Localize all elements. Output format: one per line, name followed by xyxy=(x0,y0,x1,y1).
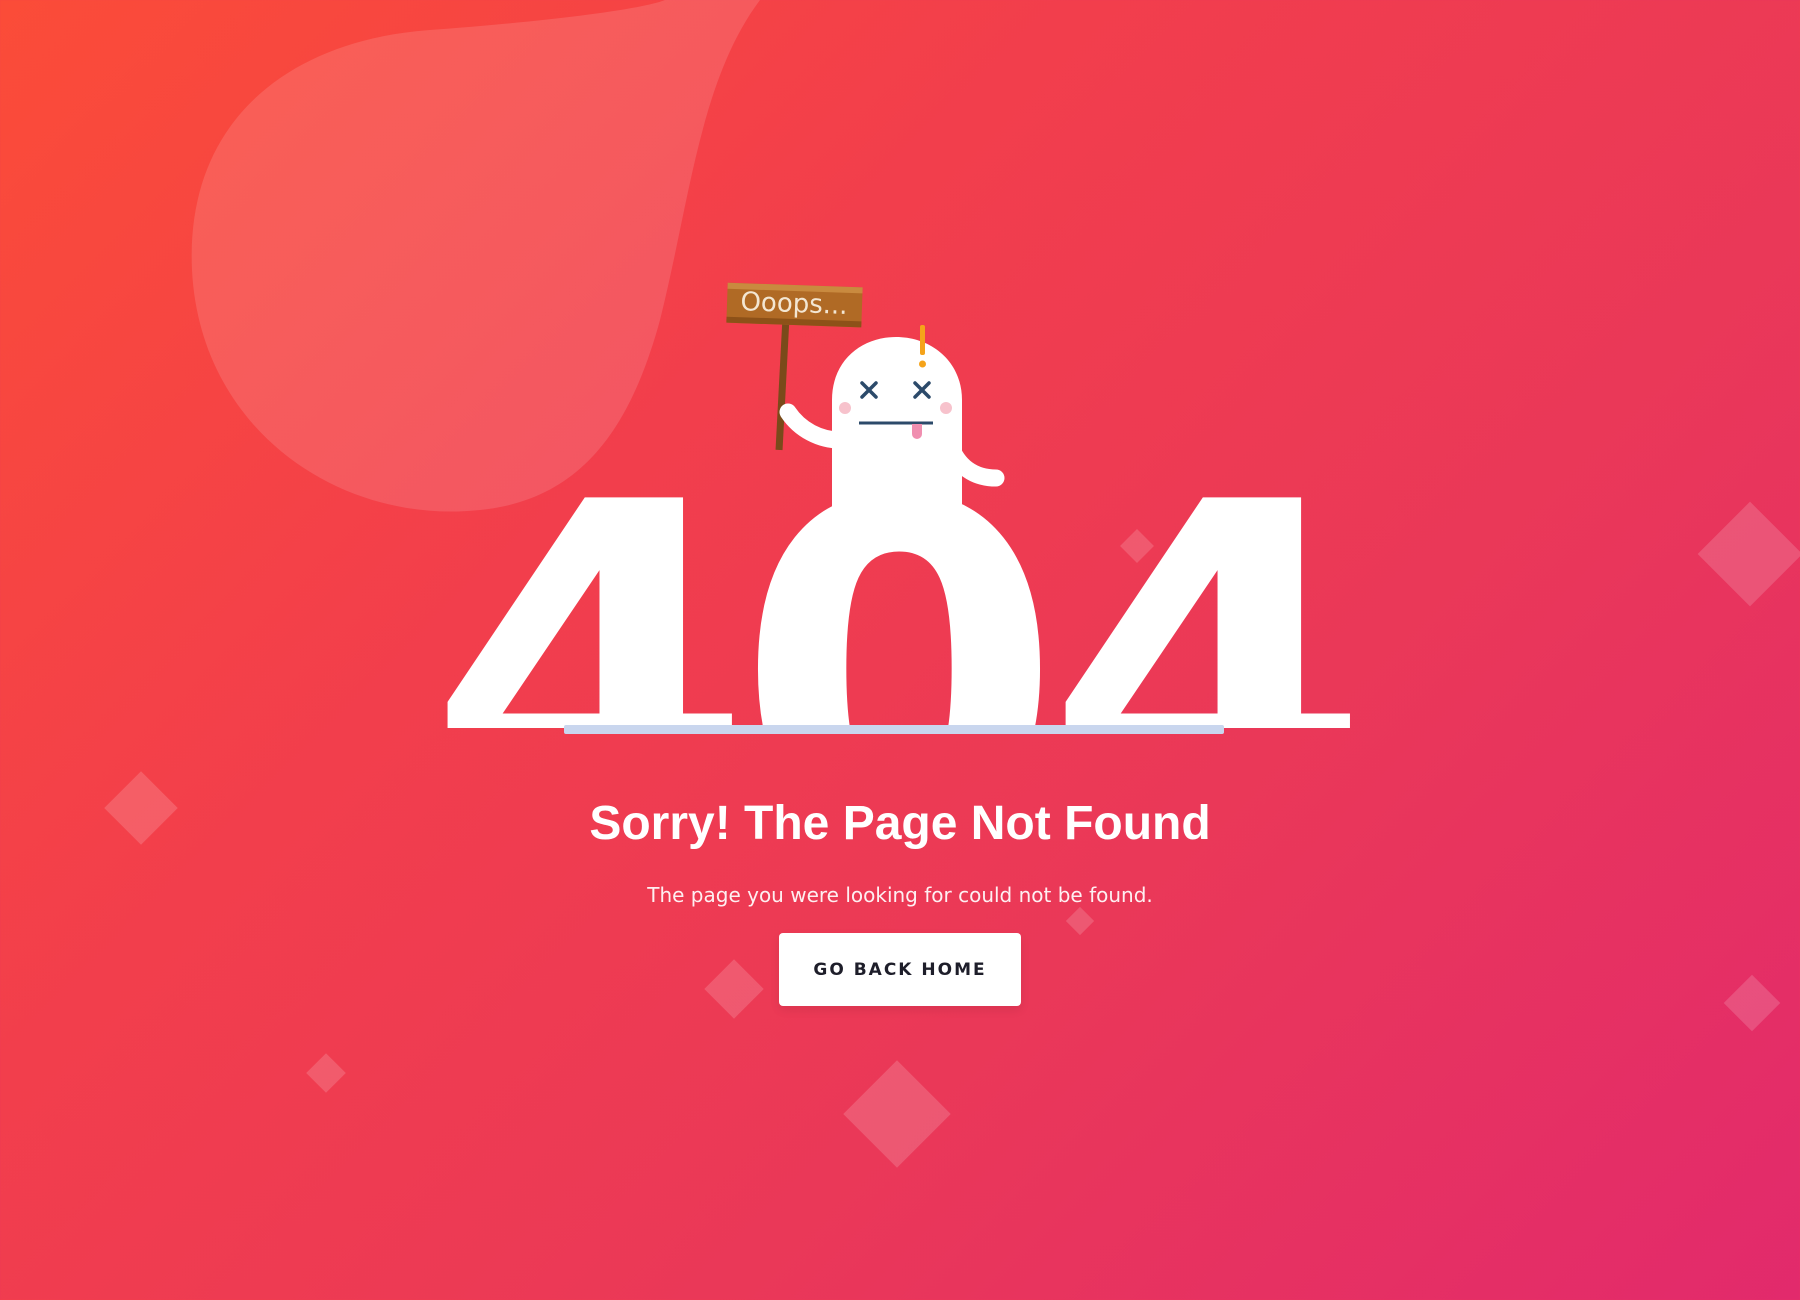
svg-text:Ooops...: Ooops... xyxy=(740,287,848,321)
error-illustration: 404 Ooops... xyxy=(426,282,1372,734)
ground-line xyxy=(564,725,1224,734)
error-message: The page you were looking for could not … xyxy=(647,883,1153,907)
page-title: Sorry! The Page Not Found xyxy=(589,797,1211,850)
go-back-home-button[interactable]: GO BACK HOME xyxy=(779,933,1021,1006)
